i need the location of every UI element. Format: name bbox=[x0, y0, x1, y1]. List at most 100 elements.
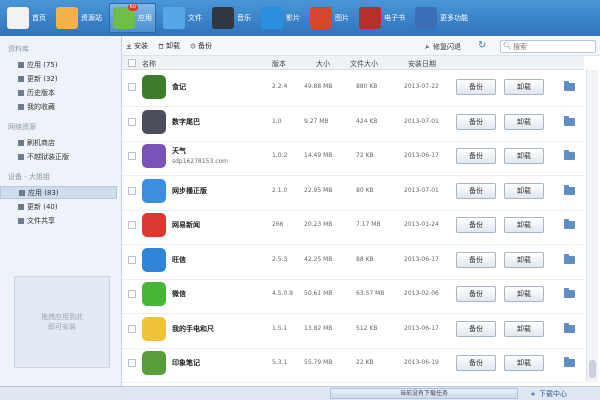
music-icon bbox=[212, 7, 234, 29]
resource-mail-icon bbox=[56, 7, 78, 29]
app-name: 天气 bbox=[172, 147, 186, 155]
backup-app-button[interactable]: 备份 bbox=[456, 79, 496, 95]
uninstall-app-button[interactable]: 卸载 bbox=[504, 182, 544, 199]
folder-icon[interactable] bbox=[564, 253, 575, 264]
app-install-date: 2013-06-17 bbox=[404, 255, 439, 263]
app-install-date: 2013-02-06 bbox=[404, 290, 439, 297]
uninstall-app-button[interactable]: 卸载 bbox=[504, 113, 544, 130]
toolbar-apps-button[interactable]: 60 应用 bbox=[109, 3, 156, 33]
row-checkbox[interactable] bbox=[128, 324, 136, 333]
row-checkbox[interactable] bbox=[128, 152, 136, 160]
backup-app-button[interactable]: 备份 bbox=[456, 286, 496, 302]
backup-app-button[interactable]: 备份 bbox=[456, 182, 496, 199]
vertical-scrollbar[interactable] bbox=[586, 70, 598, 382]
app-version: 1.5.1 bbox=[272, 324, 288, 332]
row-checkbox[interactable] bbox=[128, 359, 136, 367]
folder-icon[interactable] bbox=[564, 115, 575, 126]
uninstall-app-button[interactable]: 卸载 bbox=[504, 148, 544, 164]
sidebar-item[interactable]: 应用 (75) bbox=[0, 58, 117, 71]
folder-icon[interactable] bbox=[564, 81, 575, 91]
column-name[interactable]: 名称 bbox=[142, 59, 156, 69]
uninstall-app-button[interactable]: 卸载 bbox=[504, 217, 544, 233]
photo-icon bbox=[310, 7, 332, 29]
toolbar-more-features-button[interactable]: 更多功能 bbox=[412, 3, 471, 33]
install-button[interactable]: 安装 bbox=[126, 41, 148, 51]
refresh-icon[interactable]: ↻ bbox=[478, 40, 486, 51]
table-row[interactable]: 旺信 2.5.3 42.25 MB 88 KB 2013-06-17 备份 卸载 bbox=[122, 244, 584, 280]
row-checkbox[interactable] bbox=[128, 186, 136, 195]
row-checkbox[interactable] bbox=[128, 117, 136, 126]
food-diary-app-icon bbox=[142, 75, 166, 99]
toolbar-resource-mail-button[interactable]: 资源站 bbox=[53, 3, 105, 33]
folder-icon[interactable] bbox=[564, 150, 575, 160]
scrollbar-thumb[interactable] bbox=[589, 360, 596, 378]
download-task-status[interactable]: 当前没有下载任务 bbox=[330, 388, 518, 399]
row-checkbox[interactable] bbox=[128, 290, 136, 298]
backup-app-button[interactable]: 备份 bbox=[456, 113, 496, 130]
folder-icon[interactable] bbox=[564, 357, 575, 367]
uninstall-app-button[interactable]: 卸载 bbox=[504, 286, 544, 302]
app-version: 1.0.2 bbox=[272, 152, 288, 159]
action-bar: 安装 卸载 备份 修复闪退 ↻ 🔍︎ bbox=[122, 36, 600, 56]
toolbar-ebook-button[interactable]: 电子书 bbox=[356, 3, 408, 33]
toolbar-video-button[interactable]: 影片 bbox=[258, 3, 303, 33]
toolbar-home-button[interactable]: 首页 bbox=[4, 3, 49, 33]
toolbar-file-manager-button[interactable]: 文件 bbox=[160, 3, 205, 33]
backup-app-button[interactable]: 备份 bbox=[456, 251, 496, 268]
table-row[interactable]: 微信 4.5.0.9 50.61 MB 63.57 MB 2013-02-06 备份 卸载 bbox=[122, 278, 584, 314]
sidebar-item[interactable]: 我的收藏 bbox=[0, 100, 117, 113]
row-checkbox[interactable] bbox=[128, 221, 136, 229]
uninstall-app-button[interactable]: 卸载 bbox=[504, 355, 544, 371]
toolbar-label: 影片 bbox=[286, 14, 300, 22]
row-checkbox[interactable] bbox=[128, 83, 136, 91]
sidebar-item[interactable]: 更新 (40) bbox=[0, 200, 117, 213]
app-size: 42.25 MB bbox=[304, 255, 333, 263]
toolbar-music-button[interactable]: 音乐 bbox=[209, 3, 254, 33]
sidebar-item[interactable]: 历史版本 bbox=[0, 86, 117, 99]
table-row[interactable]: 数字尾巴 1.0 9.27 MB 424 KB 2013-07-01 备份 卸载 bbox=[122, 106, 584, 142]
file-manager-icon bbox=[163, 7, 185, 29]
sidebar-item[interactable]: 刷机商店 bbox=[0, 136, 117, 149]
uninstall-app-button[interactable]: 卸载 bbox=[504, 79, 544, 95]
download-center-button[interactable]: 下载中心 bbox=[530, 389, 567, 399]
app-version: 4.5.0.9 bbox=[272, 290, 293, 297]
table-row[interactable]: 网步播正版 2.1.0 22.95 MB 80 KB 2013-07-01 备份 卸载 bbox=[122, 175, 584, 211]
repair-crash-button[interactable]: 修复闪退 bbox=[424, 42, 461, 52]
netease-news-app-icon bbox=[142, 213, 166, 237]
folder-icon[interactable] bbox=[564, 219, 575, 229]
backup-app-button[interactable]: 备份 bbox=[456, 355, 496, 371]
column-install-date[interactable]: 安装日期 bbox=[408, 59, 436, 69]
app-name: 食记 bbox=[172, 83, 186, 91]
folder-icon[interactable] bbox=[564, 322, 575, 333]
search-input[interactable] bbox=[500, 40, 596, 53]
app-install-date: 2013-06-17 bbox=[404, 324, 439, 332]
table-row[interactable]: 我的手电和尺 1.5.1 13.82 MB 512 KB 2013-06-17 备份 卸载 bbox=[122, 313, 584, 349]
sidebar-item[interactable]: 不越狱装正版 bbox=[0, 150, 117, 163]
drop-install-zone[interactable]: 拖拽应用到此 即可安装 bbox=[14, 276, 110, 368]
table-row[interactable]: 网易新闻 266 20.23 MB 7.17 MB 2013-01-24 备份 卸载 bbox=[122, 209, 584, 245]
backup-app-button[interactable]: 备份 bbox=[456, 148, 496, 164]
backup-button[interactable]: 备份 bbox=[190, 41, 212, 51]
folder-icon[interactable] bbox=[564, 288, 575, 298]
uninstall-button[interactable]: 卸载 bbox=[158, 41, 180, 51]
folder-icon[interactable] bbox=[564, 184, 575, 195]
sidebar-item[interactable]: 文件共享 bbox=[0, 214, 117, 227]
player-app-icon bbox=[142, 178, 166, 203]
sidebar-item-label: 历史版本 bbox=[27, 88, 55, 97]
select-all-checkbox[interactable] bbox=[128, 59, 136, 67]
uninstall-app-button[interactable]: 卸载 bbox=[504, 251, 544, 268]
main-toolbar: 首页 资源站 60 应用 文件 音乐 影片 图片 电子书 更多功能 bbox=[0, 0, 600, 36]
backup-app-button[interactable]: 备份 bbox=[456, 217, 496, 233]
row-checkbox[interactable] bbox=[128, 255, 136, 264]
column-version[interactable]: 版本 bbox=[272, 59, 286, 69]
sidebar-item[interactable]: 更新 (32) bbox=[0, 72, 117, 85]
table-row[interactable]: 食记 2.2.4 49.88 MB 880 KB 2013-07-22 备份 卸载 bbox=[122, 71, 584, 107]
uninstall-app-button[interactable]: 卸载 bbox=[504, 320, 544, 337]
column-file-size[interactable]: 文件大小 bbox=[350, 59, 378, 69]
sidebar-item[interactable]: 应用 (83) bbox=[0, 186, 117, 199]
backup-app-button[interactable]: 备份 bbox=[456, 320, 496, 337]
column-size[interactable]: 大小 bbox=[316, 59, 330, 69]
table-row[interactable]: 印象笔记 5.3.1 55.79 MB 22 KB 2013-06-19 备份 卸载 bbox=[122, 347, 584, 383]
table-row[interactable]: 天气 sdp16278153.com 1.0.2 14.49 MB 72 KB 2013-… bbox=[122, 140, 584, 176]
toolbar-photo-button[interactable]: 图片 bbox=[307, 3, 352, 33]
